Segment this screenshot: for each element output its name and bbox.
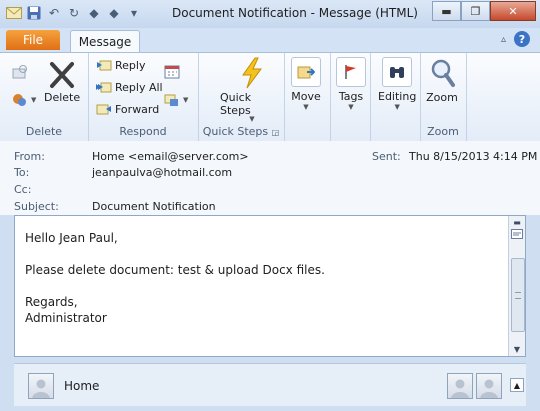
dialog-launcher-icon[interactable]: ◲ [272, 128, 280, 137]
body-line: Please delete document: test & upload Do… [25, 263, 325, 277]
up-icon[interactable]: ◆ [86, 5, 102, 21]
lightning-icon [236, 57, 268, 89]
move-label: Move [291, 90, 321, 103]
reply-all-button[interactable]: Reply All [96, 80, 163, 94]
from-label: From: [14, 150, 45, 163]
to-label: To: [14, 166, 30, 179]
people-pane: Home ▲ [14, 363, 526, 406]
delete-group-label: Delete [25, 125, 63, 138]
ignore-button[interactable] [12, 65, 28, 79]
cleanup-button[interactable]: ▼ [12, 93, 36, 107]
tab-message[interactable]: Message [70, 30, 140, 53]
forward-button[interactable]: Forward [96, 102, 159, 116]
zoom-group: Zoom Zoom [420, 53, 467, 141]
respond-group: Reply Reply All Forward ▼ Respond [88, 53, 199, 141]
move-button[interactable]: Move ▼ [291, 57, 321, 111]
down-icon[interactable]: ◆ [106, 5, 122, 21]
quick-steps-button[interactable]: Quick Steps ▼ [220, 57, 284, 123]
window-controls: ▬ ❐ ✕ [432, 1, 536, 21]
delete-label: Delete [44, 91, 81, 104]
delete-x-icon [46, 59, 78, 91]
vertical-scrollbar[interactable]: ▬ ▼ [508, 216, 525, 356]
subject-label: Subject: [14, 200, 59, 213]
cc-label: Cc: [14, 183, 32, 196]
flag-icon [336, 57, 366, 87]
magnifier-icon [426, 57, 458, 89]
avatar-icon[interactable] [476, 373, 502, 399]
reply-label: Reply [115, 58, 146, 72]
reading-pane-icon[interactable] [510, 228, 524, 240]
sent-label: Sent: [372, 150, 401, 163]
help-icon[interactable]: ? [514, 31, 530, 47]
avatar-icon[interactable] [447, 373, 473, 399]
quick-access-toolbar: ↶ ↻ ◆ ◆ ▾ [6, 5, 142, 21]
editing-group: Editing ▼ [370, 53, 421, 141]
reply-button[interactable]: Reply [96, 58, 145, 72]
email-icon[interactable] [6, 5, 22, 21]
message-body[interactable]: Hello Jean Paul, Please delete document:… [14, 215, 526, 357]
sent-value: Thu 8/15/2013 4:14 PM [409, 150, 538, 163]
quick-steps-label: Quick Steps [220, 91, 252, 117]
scroll-marker-icon[interactable]: ▬ [510, 216, 524, 228]
zoom-group-label: Zoom [427, 125, 459, 138]
people-pane-person[interactable]: Home [28, 373, 99, 399]
editing-label: Editing [378, 90, 417, 103]
move-icon [291, 57, 321, 87]
quick-steps-group: Quick Steps ▼ Quick Steps ◲ [198, 53, 285, 141]
title-bar: ↶ ↻ ◆ ◆ ▾ Document Notification - Messag… [0, 0, 540, 29]
maximize-icon[interactable]: ❐ [461, 1, 490, 21]
tags-button[interactable]: Tags ▼ [336, 57, 366, 111]
scroll-down-icon[interactable]: ▼ [510, 343, 524, 355]
scroll-thumb[interactable] [511, 258, 525, 332]
reply-all-icon [96, 80, 112, 94]
quick-steps-group-label: Quick Steps ◲ [202, 125, 280, 138]
expand-people-pane-icon[interactable]: ▲ [510, 378, 524, 392]
people-pane-name: Home [64, 379, 100, 393]
cleanup-icon [12, 93, 28, 107]
customize-icon[interactable]: ▾ [126, 5, 142, 21]
from-value[interactable]: Home <email@server.com> [92, 150, 249, 163]
zoom-button[interactable]: Zoom [426, 57, 458, 104]
save-icon[interactable] [26, 5, 42, 21]
delete-button[interactable]: Delete [44, 59, 80, 104]
avatar-icon [28, 373, 54, 399]
zoom-label: Zoom [426, 91, 458, 104]
window-title: Document Notification - Message (HTML) [172, 6, 418, 20]
delete-group: ▼ Delete Delete [0, 53, 89, 141]
meeting-reply-button[interactable] [164, 65, 180, 79]
body-greeting: Hello Jean Paul, [25, 231, 118, 245]
ribbon: ▼ Delete Delete Reply Reply All Forward … [0, 52, 540, 142]
calendar-icon [164, 65, 180, 79]
subject-value: Document Notification [92, 200, 216, 213]
more-icon [164, 93, 180, 107]
grip-icon [515, 292, 521, 299]
body-closing: Regards, [25, 295, 78, 309]
close-icon[interactable]: ✕ [490, 1, 536, 21]
tab-file[interactable]: File [6, 30, 60, 50]
forward-label: Forward [115, 102, 160, 116]
reply-all-label: Reply All [115, 80, 163, 94]
ribbon-collapse-icon[interactable]: ▵ [501, 34, 506, 45]
minimize-icon[interactable]: ▬ [432, 1, 461, 21]
redo-icon[interactable]: ↻ [66, 5, 82, 21]
people-pane-avatars [447, 373, 502, 399]
tags-label: Tags [338, 90, 364, 103]
reply-icon [96, 58, 112, 72]
message-header: From: Home <email@server.com> Sent: Thu … [0, 141, 540, 215]
respond-group-label: Respond [119, 125, 167, 138]
body-text: Hello Jean Paul, Please delete document:… [25, 230, 325, 326]
ribbon-tabs: File Message ▵ ? [0, 28, 540, 53]
move-group: Move ▼ [284, 53, 331, 141]
undo-icon[interactable]: ↶ [46, 5, 62, 21]
binoculars-icon [382, 57, 413, 87]
body-signature: Administrator [25, 311, 107, 325]
ignore-icon [12, 65, 28, 79]
forward-icon [96, 102, 112, 116]
editing-button[interactable]: Editing ▼ [378, 57, 416, 111]
to-value[interactable]: jeanpaulva@hotmail.com [92, 166, 232, 179]
tags-group: Tags ▼ [330, 53, 371, 141]
more-respond-button[interactable]: ▼ [164, 93, 188, 107]
